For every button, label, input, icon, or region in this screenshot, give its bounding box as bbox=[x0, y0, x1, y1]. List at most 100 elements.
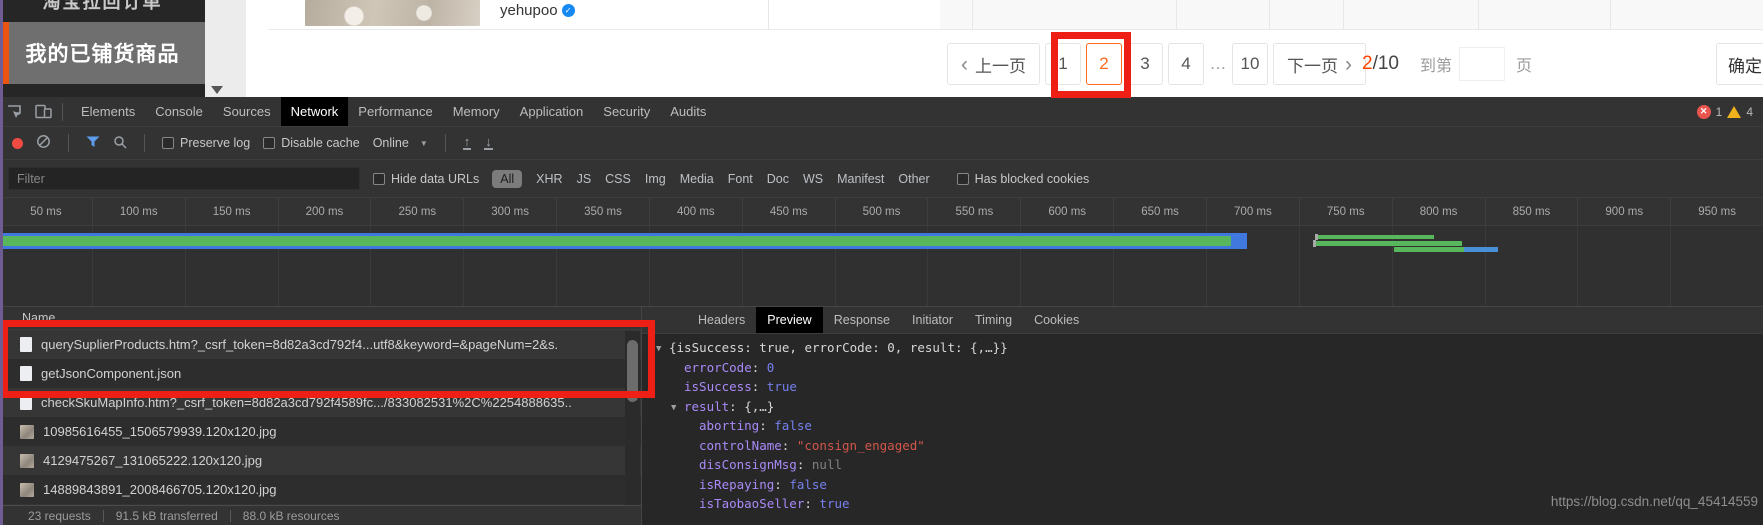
devtools-tabbar: Elements Console Sources Network Performance… bbox=[0, 97, 1763, 127]
request-row[interactable]: 14889843891_2008466705.120x120.jpg bbox=[0, 475, 641, 504]
timeline-ruler: 50 ms 100 ms 150 ms 200 ms 250 ms 300 ms 350 m… bbox=[0, 198, 1763, 226]
next-page-button[interactable]: 下一页 › bbox=[1273, 43, 1366, 85]
detail-tabs: Headers Preview Response Initiator Timing Coo… bbox=[642, 307, 1763, 334]
page-number-button[interactable]: … bbox=[1209, 43, 1227, 85]
json-line[interactable]: ▼errorCode: 0 bbox=[642, 359, 1763, 379]
json-line[interactable]: ▼controlName: "consign_engaged" bbox=[642, 437, 1763, 457]
warning-count: 4 bbox=[1746, 104, 1753, 119]
search-icon[interactable] bbox=[113, 135, 127, 152]
timeline-tick: 350 ms bbox=[557, 198, 650, 225]
json-line[interactable]: ▼isRepaying: false bbox=[642, 476, 1763, 496]
detail-tab[interactable]: Cookies bbox=[1023, 307, 1090, 333]
console-status: ✕ 1 4 bbox=[1696, 104, 1763, 119]
export-har-icon[interactable]: ↓ bbox=[484, 135, 493, 150]
divider bbox=[444, 134, 446, 152]
resource-type-filter[interactable]: JS bbox=[577, 172, 592, 186]
timeline-tick: 450 ms bbox=[743, 198, 836, 225]
clear-icon[interactable] bbox=[36, 134, 51, 152]
resource-type-filter[interactable]: CSS bbox=[605, 172, 631, 186]
preserve-log-checkbox[interactable] bbox=[162, 137, 174, 149]
resource-type-filter[interactable]: All bbox=[492, 169, 523, 188]
json-line[interactable]: ▼isSuccess: true bbox=[642, 378, 1763, 398]
chevron-left-icon: ‹ bbox=[961, 52, 968, 76]
goto-page-input[interactable] bbox=[1459, 47, 1505, 81]
devtools-tab[interactable]: Sources bbox=[213, 97, 281, 126]
expand-arrow-icon[interactable]: ▼ bbox=[656, 340, 669, 359]
json-line[interactable]: ▼ {isSuccess: true, errorCode: 0, result:… bbox=[642, 339, 1763, 359]
detail-tab[interactable]: Preview bbox=[756, 307, 823, 333]
json-line[interactable]: ▼ result: {,…} bbox=[642, 398, 1763, 418]
throttling-dropdown[interactable]: Online ▼ bbox=[373, 136, 428, 150]
filter-icon[interactable] bbox=[86, 136, 100, 151]
timeline-tick: 200 ms bbox=[279, 198, 372, 225]
network-summary-bar: 23 requests 91.5 kB transferred 88.0 kB … bbox=[0, 505, 641, 525]
resource-type-filter[interactable]: Img bbox=[645, 172, 666, 186]
confirm-button[interactable]: 确定 bbox=[1716, 43, 1763, 85]
page-number-button[interactable]: 10 bbox=[1232, 43, 1268, 85]
request-row[interactable]: 4129475267_131065222.120x120.jpg bbox=[0, 446, 641, 475]
overview-bar-small bbox=[1394, 247, 1498, 252]
timeline-tick: 300 ms bbox=[464, 198, 558, 225]
record-icon[interactable] bbox=[12, 137, 23, 149]
network-overview[interactable] bbox=[0, 226, 1763, 307]
resource-type-filter[interactable]: Doc bbox=[767, 172, 789, 186]
resource-type-filter[interactable]: WS bbox=[803, 172, 823, 186]
detail-tab[interactable]: Headers bbox=[687, 307, 756, 333]
timeline-tick: 500 ms bbox=[836, 198, 929, 225]
devtools-panel: Elements Console Sources Network Performance… bbox=[0, 97, 1763, 525]
request-count: 23 requests bbox=[28, 508, 91, 523]
resource-type-filter[interactable]: XHR bbox=[536, 172, 562, 186]
request-row[interactable]: 10985616455_1506579939.120x120.jpg bbox=[0, 417, 641, 446]
hide-data-urls-checkbox[interactable] bbox=[373, 172, 385, 185]
table-column-divider bbox=[1269, 0, 1270, 29]
error-icon[interactable]: ✕ bbox=[1696, 104, 1711, 119]
import-har-icon[interactable]: ↑ bbox=[462, 135, 472, 150]
detail-tab[interactable]: Timing bbox=[964, 307, 1023, 333]
divider bbox=[68, 134, 69, 152]
inspect-element-icon[interactable] bbox=[6, 104, 23, 120]
timeline-tick: 600 ms bbox=[1021, 198, 1115, 225]
device-toolbar-icon[interactable] bbox=[35, 104, 52, 119]
resource-type-filter[interactable]: Font bbox=[728, 172, 753, 186]
json-line[interactable]: ▼disConsignMsg: null bbox=[642, 456, 1763, 476]
network-filterbar: Hide data URLs All XHR JS CSS Img Media Font Do… bbox=[0, 160, 1763, 198]
divider bbox=[144, 134, 145, 152]
page-number-button[interactable]: 4 bbox=[1168, 43, 1204, 85]
detail-tab[interactable]: Initiator bbox=[901, 307, 964, 333]
disable-cache-checkbox[interactable] bbox=[263, 137, 276, 149]
filter-input[interactable] bbox=[8, 167, 360, 190]
resource-type-filter[interactable]: Manifest bbox=[837, 172, 884, 186]
request-detail-pane: Headers Preview Response Initiator Timing Coo… bbox=[641, 307, 1763, 525]
json-line[interactable]: ▼aborting: false bbox=[642, 417, 1763, 437]
blocked-cookies-checkbox[interactable] bbox=[956, 172, 969, 185]
resource-icon bbox=[20, 424, 34, 439]
warning-icon[interactable] bbox=[1727, 105, 1742, 118]
sidebar-item-pull-orders[interactable]: 淘宝拉回订单 bbox=[0, 0, 205, 14]
request-name: 4129475267_131065222.120x120.jpg bbox=[43, 453, 263, 468]
resources-size: 88.0 kB resources bbox=[242, 508, 340, 523]
page-scroll-strip[interactable] bbox=[205, 0, 246, 97]
page-number-button[interactable]: 3 bbox=[1127, 43, 1163, 85]
chevron-down-icon[interactable] bbox=[211, 86, 223, 94]
devtools-tab[interactable]: Security bbox=[593, 97, 660, 126]
devtools-tab[interactable]: Memory bbox=[443, 97, 510, 126]
screenshot-root: 淘宝拉回订单 我的已铺货商品 yehupoo ✓ ‹ 上一页 1 2 3 4… 10 下… bbox=[0, 0, 1763, 525]
devtools-tab[interactable]: Console bbox=[145, 97, 213, 126]
resource-type-filter[interactable]: Media bbox=[680, 172, 714, 186]
detail-tab[interactable]: Response bbox=[823, 307, 901, 333]
sidebar-item-my-listed-products[interactable]: 我的已铺货商品 bbox=[0, 22, 205, 84]
verified-badge-icon: ✓ bbox=[561, 4, 575, 17]
annotation-box-page2 bbox=[1051, 32, 1131, 98]
seller-name: yehupoo ✓ bbox=[500, 2, 575, 19]
devtools-tab[interactable]: Audits bbox=[660, 97, 716, 126]
resource-type-filter[interactable]: Other bbox=[898, 172, 929, 186]
network-toolbar: Preserve log Disable cache Online ▼ ↑ ↓ bbox=[0, 127, 1763, 160]
devtools-tab[interactable]: Application bbox=[510, 97, 594, 126]
devtools-tab[interactable]: Elements bbox=[71, 97, 145, 126]
prev-page-button[interactable]: ‹ 上一页 bbox=[947, 43, 1040, 85]
timeline-tick: 750 ms bbox=[1300, 198, 1393, 225]
page-unit-label: 页 bbox=[1516, 58, 1533, 75]
devtools-tab[interactable]: Performance bbox=[348, 97, 442, 126]
devtools-tab[interactable]: Network bbox=[280, 97, 349, 126]
expand-arrow-icon[interactable]: ▼ bbox=[671, 399, 684, 418]
